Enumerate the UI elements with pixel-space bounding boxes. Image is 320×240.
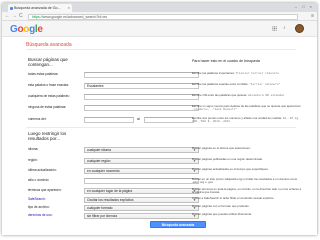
none-words-input[interactable]: [84, 105, 199, 111]
field-label: esta palabra o frase exactas:: [28, 83, 69, 87]
form-row: ninguna de estas palabras: Escribe un si…: [28, 104, 303, 113]
field-hint: Buscar términos en toda la página, en el…: [192, 187, 302, 195]
field-hint: Buscar páginas publicadas en una región …: [192, 157, 263, 161]
divider: [26, 127, 296, 128]
field-hint: Buscar páginas en el idioma que seleccio…: [192, 146, 251, 150]
form-row: derechos de uso: sin filtrar por licenci…: [28, 212, 303, 221]
avatar[interactable]: [295, 24, 304, 33]
site-domain-input[interactable]: [84, 178, 199, 184]
google-header: Google ♪: [2, 21, 317, 37]
advanced-search-button[interactable]: Búsqueda avanzada: [150, 221, 206, 228]
browser-menu-icon[interactable]: ≡: [311, 13, 314, 20]
section-heading-find: Buscar páginas que contengan...: [28, 57, 68, 67]
field-label: sitio o dominio:: [28, 178, 50, 182]
region-select[interactable]: cualquier región ▼: [84, 158, 199, 164]
forward-arrow-icon[interactable]: →: [12, 13, 17, 20]
field-hint: Escribe las palabras exactas entre comil…: [192, 82, 281, 86]
form-row: todas estas palabras: Escribe las palabr…: [28, 71, 303, 80]
field-hint: Escribe un signo menos justo delante de …: [192, 104, 302, 112]
browser-window: Búsqueda avanzada de Go... × – □ × ← → C…: [2, 3, 317, 235]
browser-tab[interactable]: Búsqueda avanzada de Go... ×: [8, 4, 72, 12]
google-logo[interactable]: Google: [10, 24, 43, 35]
form-row: sitio o dominio: Buscar en un sitio (com…: [28, 177, 303, 186]
tab-title: Búsqueda avanzada de Go...: [14, 6, 61, 10]
field-label: tipo de archivo:: [28, 205, 50, 209]
form-row: idioma: cualquier idioma ▼ Buscar páginas…: [28, 146, 303, 155]
field-hint: Buscar páginas actualizadas en el tiempo…: [192, 167, 269, 171]
field-hint: Escribe las palabras importantes: Tricol…: [192, 71, 279, 75]
number-to-input[interactable]: [144, 117, 194, 123]
field-hint: Escribe OR entre las palabras que quiera…: [192, 93, 285, 97]
field-label: cualquiera de estas palabras:: [28, 94, 70, 98]
range-separator: al: [137, 117, 140, 121]
url-text: www.google.es/advanced_search?hl=es: [42, 14, 108, 19]
page-title: Búsqueda avanzada: [26, 42, 72, 48]
field-hint: Buscar en un sitio (como wikipedia.org) …: [192, 177, 298, 185]
section-heading-narrow: Luego restringir los resultados por...: [28, 131, 67, 141]
field-hint: Buscar páginas con el formato que prefie…: [192, 204, 250, 208]
form-row: cualquiera de estas palabras: Escribe OR…: [28, 93, 303, 102]
any-words-input[interactable]: [84, 94, 199, 100]
all-words-input[interactable]: [84, 72, 199, 78]
field-label: última actualización:: [28, 168, 57, 172]
number-from-input[interactable]: [84, 117, 134, 123]
field-hint: Buscar páginas que puedas utilizar libre…: [192, 212, 253, 216]
usage-rights-link[interactable]: derechos de uso:: [28, 213, 78, 218]
form-row: tipo de archivo: cualquier formato ▼ Busc…: [28, 204, 303, 213]
field-label: ninguna de estas palabras:: [28, 105, 67, 109]
safesearch-select[interactable]: Ocultar los resultados explícitos ▼: [84, 197, 199, 203]
field-hint: Indicar a SafeSearch si debe filtrar el …: [192, 196, 275, 200]
form-row: esta palabra o frase exactas: Escalantes…: [28, 82, 303, 91]
divider: [26, 49, 296, 50]
file-type-select[interactable]: cualquier formato ▼: [84, 205, 199, 211]
last-update-select[interactable]: en cualquier momento ▼: [84, 168, 199, 174]
window-controls[interactable]: – □ ×: [295, 4, 314, 9]
field-hint: Escribe dos puntos entre los números y a…: [192, 116, 301, 124]
language-select[interactable]: cualquier idioma ▼: [84, 147, 199, 153]
field-label: todas estas palabras:: [28, 72, 59, 76]
address-bar-row: ← → C https://www.google.es/advanced_sea…: [2, 12, 317, 21]
terms-appearing-select[interactable]: en cualquier lugar de la página ▼: [84, 188, 199, 194]
tab-strip: Búsqueda avanzada de Go... × – □ ×: [2, 3, 317, 12]
apps-grid-icon[interactable]: [272, 26, 277, 31]
field-label: números del:: [28, 117, 47, 121]
form-row: región: cualquier región ▼ Buscar páginas…: [28, 157, 303, 166]
section-side-heading: Para hacer esto en el cuadro de búsqueda: [192, 59, 260, 63]
url-field[interactable]: https://www.google.es/advanced_search?hl…: [28, 13, 298, 20]
form-row: última actualización: en cualquier momen…: [28, 167, 303, 176]
back-arrow-icon[interactable]: ←: [5, 13, 10, 20]
field-label: términos que aparecen:: [28, 188, 62, 192]
safesearch-link[interactable]: SafeSearch:: [28, 197, 78, 202]
url-secure-scheme: https://: [32, 14, 43, 19]
usage-rights-select[interactable]: sin filtrar por licencia ▼: [84, 213, 199, 219]
form-row: SafeSearch: Ocultar los resultados explí…: [28, 196, 303, 205]
exact-phrase-input[interactable]: Escalantes: [84, 83, 199, 89]
field-label: idioma:: [28, 147, 39, 151]
form-row: términos que aparecen: en cualquier luga…: [28, 187, 303, 196]
tab-close-icon[interactable]: ×: [68, 4, 70, 12]
reload-icon[interactable]: C: [19, 13, 23, 20]
field-label: región:: [28, 158, 38, 162]
notifications-bell-icon[interactable]: ♪: [283, 25, 286, 31]
form-row: números del: al Escribe dos puntos entre…: [28, 116, 303, 125]
favicon-icon: [9, 6, 13, 10]
